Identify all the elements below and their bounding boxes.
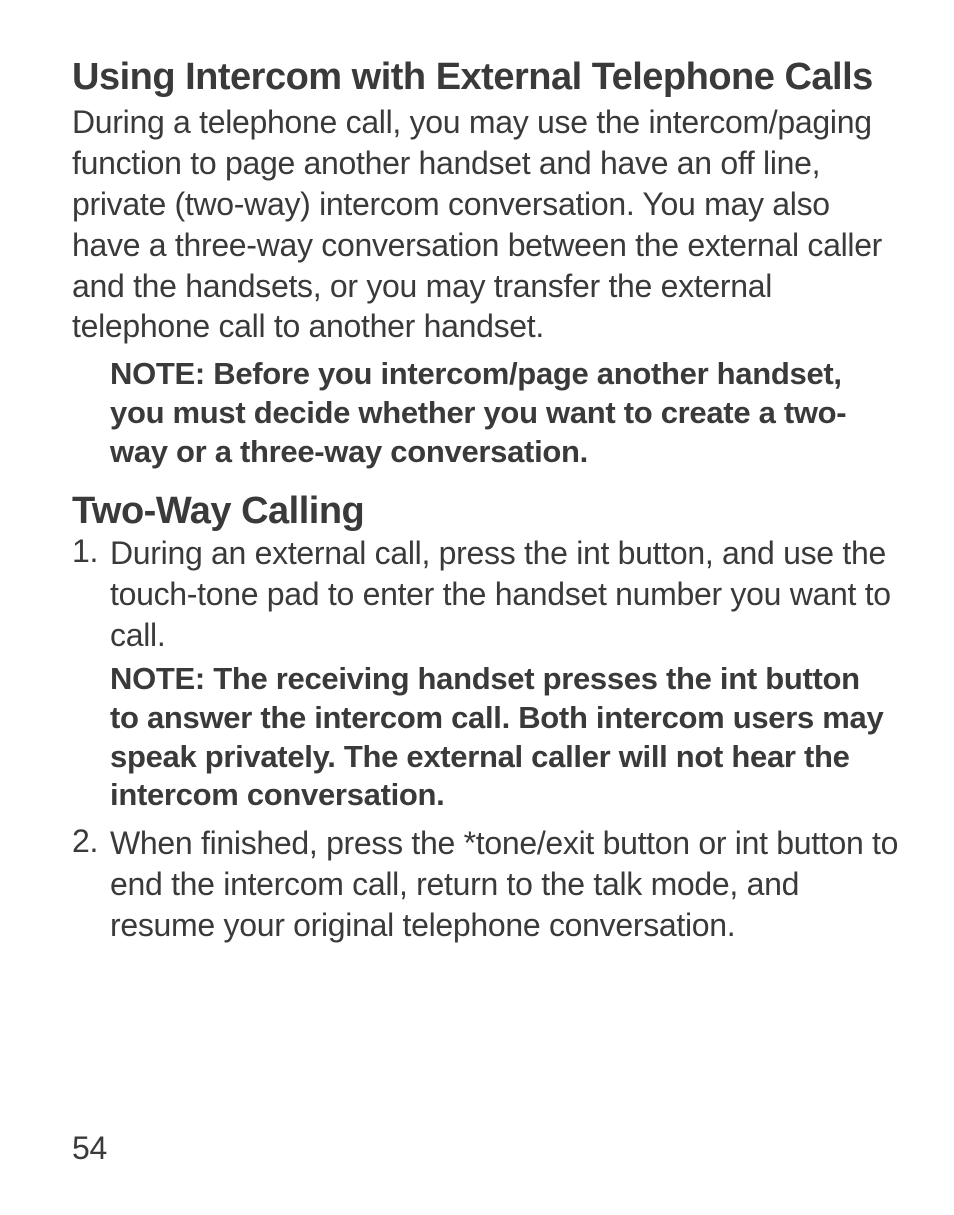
step-text: When finished, press the *tone/exit butt… — [110, 823, 906, 946]
note-before-intercom: NOTE: Before you intercom/page another h… — [110, 355, 896, 471]
page-number: 54 — [72, 1130, 107, 1167]
step-text: During an external call, press the int b… — [110, 533, 906, 656]
heading-two-way-calling: Two-Way Calling — [72, 490, 906, 534]
document-page: Using Intercom with External Telephone C… — [0, 0, 954, 1215]
step-item: During an external call, press the int b… — [72, 533, 906, 815]
steps-list: During an external call, press the int b… — [72, 533, 906, 946]
heading-intercom-external: Using Intercom with External Telephone C… — [72, 56, 906, 100]
step-item: When finished, press the *tone/exit butt… — [72, 823, 906, 946]
paragraph-intercom-intro: During a telephone call, you may use the… — [72, 102, 906, 348]
step-note: NOTE: The receiving handset presses the … — [110, 660, 896, 815]
note-block-1: NOTE: Before you intercom/page another h… — [110, 355, 896, 471]
